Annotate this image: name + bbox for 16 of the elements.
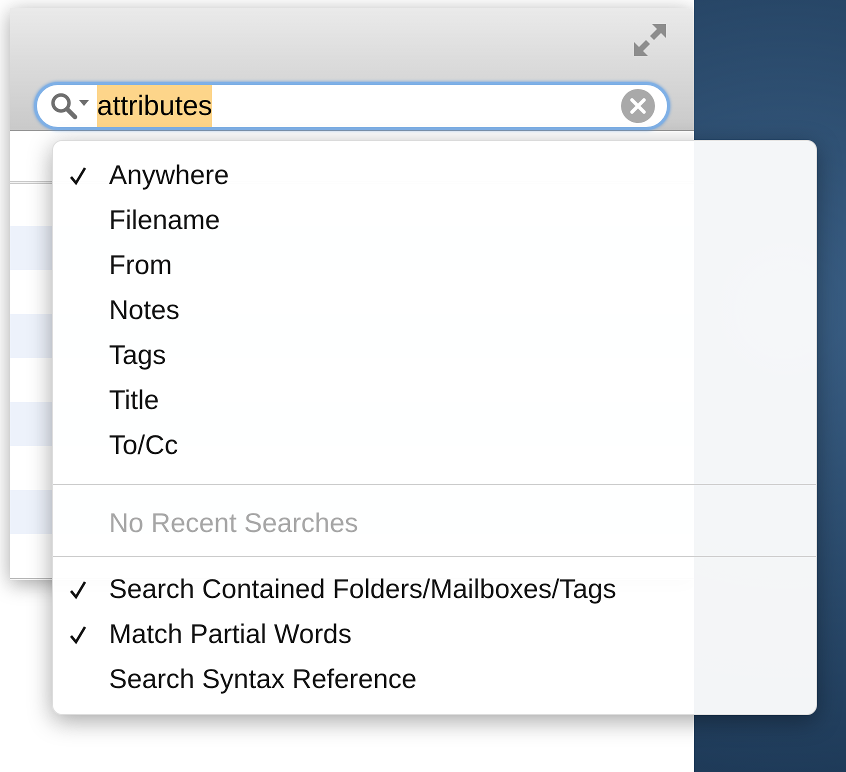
menu-item[interactable]: From bbox=[53, 243, 816, 288]
menu-item[interactable]: Tags bbox=[53, 333, 816, 378]
checkmark-icon bbox=[69, 624, 87, 644]
menu-item[interactable]: Filename bbox=[53, 198, 816, 243]
menu-item[interactable]: To/Cc bbox=[53, 423, 816, 468]
search-text: attributes bbox=[97, 85, 212, 127]
menu-item[interactable]: Search Contained Folders/Mailboxes/Tags bbox=[53, 567, 816, 612]
menu-item[interactable]: Search Syntax Reference bbox=[53, 657, 816, 702]
clear-icon[interactable] bbox=[621, 89, 655, 123]
menu-item[interactable]: Title bbox=[53, 378, 816, 423]
checkmark-icon bbox=[69, 166, 87, 186]
search-field[interactable]: attributes bbox=[34, 82, 670, 130]
checkmark-icon bbox=[69, 580, 87, 600]
menu-item[interactable]: Anywhere bbox=[53, 153, 816, 198]
menu-item[interactable]: Match Partial Words bbox=[53, 612, 816, 657]
menu-item[interactable]: Notes bbox=[53, 288, 816, 333]
